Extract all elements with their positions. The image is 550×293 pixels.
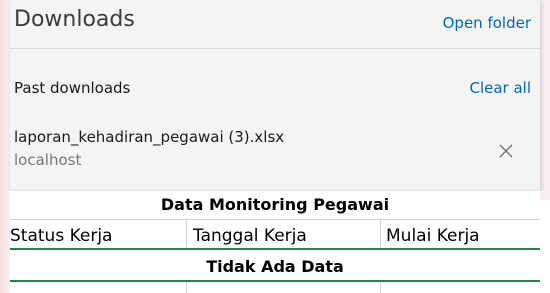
column-header-mulai-kerja: Mulai Kerja — [386, 226, 480, 246]
open-folder-link[interactable]: Open folder — [443, 14, 531, 32]
grid-line — [186, 282, 187, 293]
spreadsheet-preview: Data Monitoring Pegawai Status Kerja Tan… — [10, 191, 540, 293]
background-edge-left — [0, 0, 10, 293]
past-downloads-label: Past downloads — [14, 79, 131, 97]
grid-line — [10, 219, 540, 220]
empty-message: Tidak Ada Data — [206, 257, 344, 276]
download-filename: laporan_kehadiran_pegawai (3).xlsx — [14, 128, 285, 146]
download-source: localhost — [14, 151, 82, 169]
close-icon[interactable] — [493, 138, 519, 164]
downloads-header: Downloads Open folder — [10, 0, 540, 49]
column-header-tanggal-kerja: Tanggal Kerja — [193, 226, 307, 246]
downloads-title: Downloads — [14, 7, 135, 32]
grid-line — [186, 219, 187, 249]
downloads-panel: Downloads Open folder Past downloads Cle… — [10, 0, 540, 190]
header-rule — [10, 248, 540, 250]
download-item[interactable]: laporan_kehadiran_pegawai (3).xlsx local… — [10, 118, 540, 182]
grid-line — [380, 219, 381, 249]
clear-all-link[interactable]: Clear all — [469, 79, 531, 97]
grid-line — [380, 282, 381, 293]
background-edge-right — [540, 0, 550, 200]
footer-rule — [10, 280, 540, 282]
sheet-title: Data Monitoring Pegawai — [160, 195, 390, 214]
column-header-status-kerja: Status Kerja — [10, 226, 113, 246]
